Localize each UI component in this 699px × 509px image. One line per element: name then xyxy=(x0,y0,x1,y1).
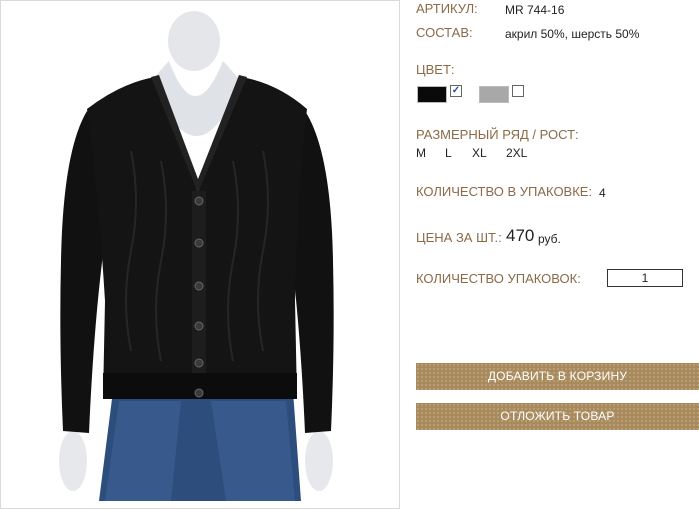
composition-value: акрил 50%, шерсть 50% xyxy=(505,27,640,41)
packs-label: КОЛИЧЕСТВО УПАКОВОК: xyxy=(416,271,581,286)
price-currency: руб. xyxy=(538,232,561,246)
price-value: 470 xyxy=(506,226,535,245)
color-label: ЦВЕТ: xyxy=(416,62,455,77)
color-checkbox-black[interactable]: ✓ xyxy=(450,85,462,97)
color-checkbox-grey[interactable] xyxy=(512,85,524,97)
defer-item-button[interactable]: ОТЛОЖИТЬ ТОВАР xyxy=(416,403,699,430)
cardigan-image xyxy=(59,11,334,501)
composition-label: СОСТАВ: xyxy=(416,25,473,40)
packs-quantity-input[interactable] xyxy=(607,269,683,287)
size-option[interactable]: M xyxy=(416,146,426,160)
add-to-cart-button[interactable]: ДОБАВИТЬ В КОРЗИНУ xyxy=(416,363,699,390)
size-option[interactable]: L xyxy=(445,146,452,160)
size-option[interactable]: XL xyxy=(472,146,487,160)
color-swatch-grey[interactable] xyxy=(479,86,509,103)
price-label: ЦЕНА ЗА ШТ.: xyxy=(416,230,502,245)
product-photo[interactable] xyxy=(0,0,400,509)
article-label: АРТИКУЛ: xyxy=(416,1,478,16)
pack-qty-label: КОЛИЧЕСТВО В УПАКОВКЕ: xyxy=(416,184,593,199)
sizes-label: РАЗМЕРНЫЙ РЯД / РОСТ: xyxy=(416,127,579,142)
size-option[interactable]: 2XL xyxy=(506,146,527,160)
pack-qty-value: 4 xyxy=(599,186,606,200)
color-swatch-black[interactable] xyxy=(417,86,447,103)
article-value: MR 744-16 xyxy=(505,3,565,17)
